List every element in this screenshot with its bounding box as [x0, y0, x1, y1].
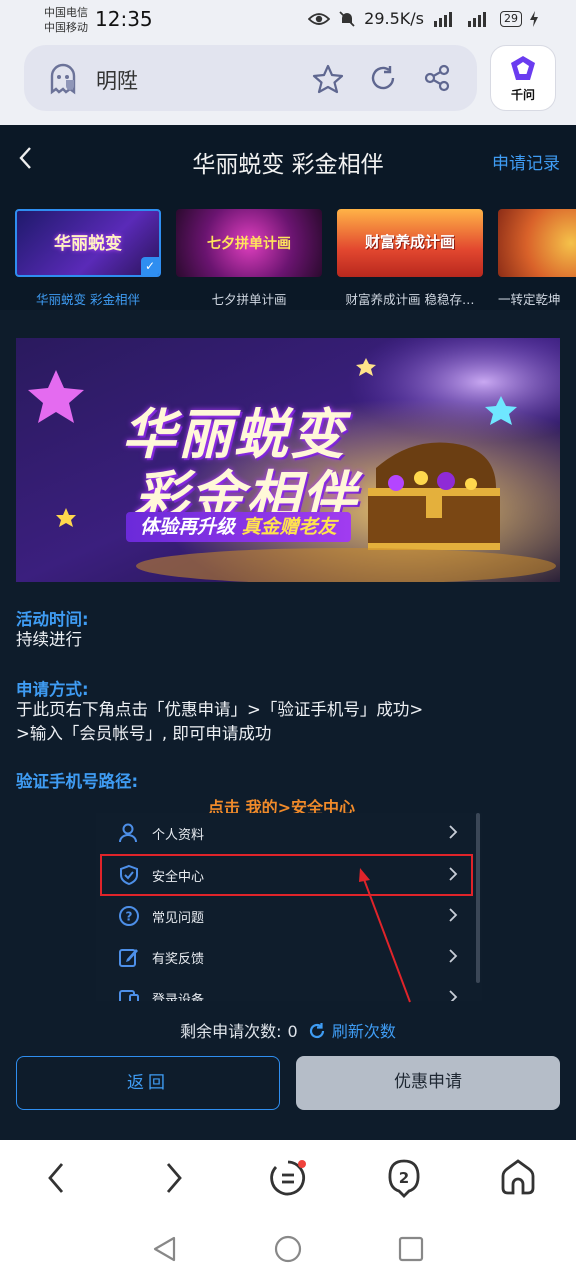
remaining-count: 剩余申请次数: 0 刷新次数	[0, 1018, 576, 1042]
carrier-1: 中国电信	[44, 6, 88, 19]
tab-label: 一转定乾坤	[498, 292, 561, 307]
status-icons: 29.5K/s 29	[308, 9, 538, 28]
banner-subtitle-a: 体验再升级	[140, 516, 236, 538]
url-text: 明陞	[96, 69, 138, 93]
tab-label: 财富养成计画 稳稳存…	[345, 292, 475, 307]
promotion-tabs: 华丽蜕变 ✓ 华丽蜕变 彩金相伴 七夕拼单计画 七夕拼单计画 财富养成计画 财富…	[0, 195, 576, 310]
signal-icon	[434, 11, 452, 27]
question-icon: ?	[118, 905, 140, 931]
promo-thumbnail: 华丽蜕变 ✓	[15, 209, 161, 277]
mute-bell-icon	[339, 10, 355, 27]
remaining-value: 0	[287, 1022, 298, 1041]
promo-thumbnail: 七夕拼单计画	[176, 209, 322, 277]
star-icon[interactable]	[312, 63, 344, 99]
address-bar[interactable]: 明陞	[24, 45, 477, 111]
apply-promo-button[interactable]: 优惠申请	[296, 1056, 560, 1110]
thumb-text: 七夕拼单计画	[207, 236, 291, 252]
system-nav-bar	[0, 1220, 576, 1280]
apply-method-label: 申请方式:	[16, 680, 89, 699]
promo-tab[interactable]: 华丽蜕变 ✓ 华丽蜕变 彩金相伴	[15, 209, 161, 308]
svg-text:2: 2	[399, 1169, 409, 1187]
banner-subtitle-b: 真金赠老友	[241, 516, 337, 538]
notification-dot	[298, 1160, 306, 1168]
battery-indicator: 29	[500, 10, 522, 27]
eye-icon	[308, 12, 331, 25]
share-icon[interactable]	[422, 63, 452, 97]
clock: 12:35	[95, 7, 153, 31]
menu-row-profile: 个人资料	[96, 813, 466, 853]
promo-tab[interactable]: 七夕拼单计画 七夕拼单计画	[176, 209, 322, 308]
embedded-menu-screenshot: 个人资料 安全中心 ? 常见问题 有奖反馈 登录设备	[96, 813, 482, 1001]
promo-banner: 华丽蜕变 彩金相伴 体验再升级 真金赠老友	[16, 338, 560, 582]
promo-tab[interactable]: 一转定乾坤	[498, 209, 576, 308]
carrier-2: 中国移动	[44, 21, 88, 34]
tabs-count-icon[interactable]: 2	[384, 1158, 424, 1202]
banner-subtitle: 体验再升级 真金赠老友	[126, 512, 351, 542]
promo-tab[interactable]: 财富养成计画 财富养成计画 稳稳存…	[337, 209, 483, 308]
page-title: 华丽蜕变 彩金相伴	[192, 152, 384, 178]
menu-label: 有奖反馈	[152, 952, 205, 967]
browser-toolbar: 明陞 千问	[0, 40, 576, 125]
chevron-right-icon	[448, 989, 458, 1001]
back-button[interactable]: 返回	[16, 1056, 280, 1110]
menu-icon[interactable]	[268, 1158, 308, 1202]
carrier-info: 中国电信 中国移动	[44, 5, 88, 35]
tab-label: 七夕拼单计画	[211, 292, 287, 307]
charging-icon	[530, 10, 538, 27]
nav-back-icon[interactable]	[44, 1158, 70, 1202]
system-recents-icon[interactable]	[396, 1234, 426, 1268]
chevron-right-icon	[448, 824, 458, 844]
nav-forward-icon[interactable]	[160, 1158, 186, 1202]
device-icon	[118, 987, 140, 1001]
menu-label: 个人资料	[152, 828, 205, 843]
apply-method-line1: 于此页右下角点击「优惠申请」>「验证手机号」成功>	[16, 700, 424, 719]
status-bar: 中国电信 中国移动 12:35 29.5K/s 29	[0, 0, 576, 40]
user-icon	[118, 822, 140, 848]
refresh-count-button[interactable]: 刷新次数	[307, 1022, 396, 1041]
menu-label: 登录设备	[152, 993, 205, 1001]
verify-path-label: 验证手机号路径:	[16, 772, 139, 791]
network-speed: 29.5K/s	[364, 9, 424, 28]
promo-thumbnail: 财富养成计画	[337, 209, 483, 277]
reload-icon[interactable]	[368, 63, 398, 97]
tab-label: 华丽蜕变 彩金相伴	[36, 292, 140, 307]
remaining-label: 剩余申请次数:	[180, 1022, 282, 1041]
selected-check-icon: ✓	[141, 257, 159, 275]
home-icon[interactable]	[498, 1158, 538, 1202]
app-header: 华丽蜕变 彩金相伴 申请记录	[0, 125, 576, 195]
thumb-text: 财富养成计画	[364, 233, 455, 251]
chevron-right-icon	[448, 907, 458, 927]
pointer-arrow	[359, 868, 411, 1003]
qianwen-button[interactable]: 千问	[490, 45, 556, 111]
ghost-incognito-icon	[46, 62, 80, 100]
signal-icon-2	[468, 11, 486, 27]
menu-label: 常见问题	[152, 911, 205, 926]
browser-bottom-nav: 2	[0, 1140, 576, 1220]
apply-records-link[interactable]: 申请记录	[492, 149, 560, 174]
activity-time-value: 持续进行	[16, 630, 82, 649]
activity-time-label: 活动时间:	[16, 610, 89, 629]
refresh-icon	[309, 1023, 324, 1039]
apply-method-line2: >输入「会员帐号」, 即可申请成功	[16, 724, 272, 743]
qianwen-logo-icon	[511, 56, 535, 80]
scrollbar	[476, 813, 480, 983]
system-home-icon[interactable]	[273, 1234, 303, 1268]
refresh-label: 刷新次数	[331, 1022, 396, 1041]
thumb-text: 华丽蜕变	[54, 234, 122, 254]
svg-text:?: ?	[126, 910, 133, 924]
qianwen-label: 千问	[510, 88, 535, 102]
system-back-icon[interactable]	[150, 1234, 180, 1268]
chevron-right-icon	[448, 948, 458, 968]
promo-thumbnail	[498, 209, 576, 277]
edit-icon	[118, 946, 140, 972]
highlight-box	[100, 854, 473, 896]
